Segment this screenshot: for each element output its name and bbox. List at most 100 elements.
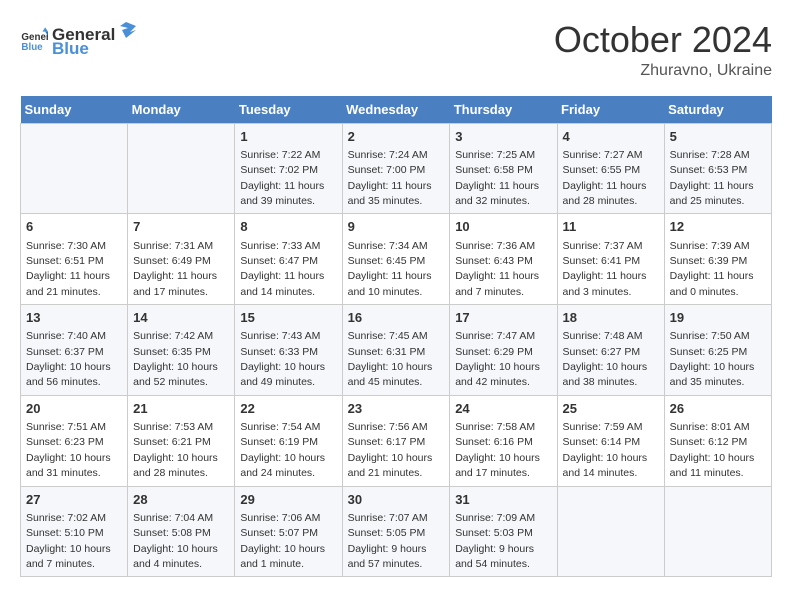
sunset-text: Sunset: 5:03 PM <box>455 527 533 539</box>
sunset-text: Sunset: 6:19 PM <box>240 436 318 448</box>
day-number: 5 <box>670 128 766 146</box>
daylight-text: Daylight: 11 hours and 17 minutes. <box>133 270 217 297</box>
calendar-cell: 15Sunrise: 7:43 AMSunset: 6:33 PMDayligh… <box>235 305 342 396</box>
calendar-cell: 18Sunrise: 7:48 AMSunset: 6:27 PMDayligh… <box>557 305 664 396</box>
sunrise-text: Sunrise: 7:43 AM <box>240 330 320 342</box>
month-title: October 2024 <box>554 20 772 60</box>
daylight-text: Daylight: 11 hours and 21 minutes. <box>26 270 110 297</box>
sunset-text: Sunset: 6:29 PM <box>455 346 533 358</box>
calendar-week-row: 27Sunrise: 7:02 AMSunset: 5:10 PMDayligh… <box>21 486 772 577</box>
sunrise-text: Sunrise: 7:27 AM <box>563 149 643 161</box>
weekday-header-wednesday: Wednesday <box>342 96 450 124</box>
sunset-text: Sunset: 5:05 PM <box>348 527 426 539</box>
sunrise-text: Sunrise: 7:09 AM <box>455 512 535 524</box>
sunset-text: Sunset: 6:21 PM <box>133 436 211 448</box>
calendar-week-row: 6Sunrise: 7:30 AMSunset: 6:51 PMDaylight… <box>21 214 772 305</box>
sunrise-text: Sunrise: 7:42 AM <box>133 330 213 342</box>
sunset-text: Sunset: 7:02 PM <box>240 164 318 176</box>
calendar-cell: 2Sunrise: 7:24 AMSunset: 7:00 PMDaylight… <box>342 123 450 214</box>
sunrise-text: Sunrise: 7:04 AM <box>133 512 213 524</box>
daylight-text: Daylight: 11 hours and 10 minutes. <box>348 270 432 297</box>
sunset-text: Sunset: 6:14 PM <box>563 436 641 448</box>
sunset-text: Sunset: 6:58 PM <box>455 164 533 176</box>
calendar-cell: 22Sunrise: 7:54 AMSunset: 6:19 PMDayligh… <box>235 395 342 486</box>
sunset-text: Sunset: 6:23 PM <box>26 436 104 448</box>
calendar-cell: 17Sunrise: 7:47 AMSunset: 6:29 PMDayligh… <box>450 305 557 396</box>
day-number: 2 <box>348 128 445 146</box>
weekday-header-monday: Monday <box>128 96 235 124</box>
calendar-week-row: 1Sunrise: 7:22 AMSunset: 7:02 PMDaylight… <box>21 123 772 214</box>
calendar-cell: 26Sunrise: 8:01 AMSunset: 6:12 PMDayligh… <box>664 395 771 486</box>
daylight-text: Daylight: 11 hours and 3 minutes. <box>563 270 647 297</box>
day-number: 27 <box>26 491 122 509</box>
sunrise-text: Sunrise: 7:31 AM <box>133 240 213 252</box>
daylight-text: Daylight: 11 hours and 0 minutes. <box>670 270 754 297</box>
sunset-text: Sunset: 6:39 PM <box>670 255 748 267</box>
sunrise-text: Sunrise: 7:54 AM <box>240 421 320 433</box>
sunrise-text: Sunrise: 7:28 AM <box>670 149 750 161</box>
sunrise-text: Sunrise: 7:22 AM <box>240 149 320 161</box>
sunrise-text: Sunrise: 7:34 AM <box>348 240 428 252</box>
sunset-text: Sunset: 5:10 PM <box>26 527 104 539</box>
sunrise-text: Sunrise: 7:25 AM <box>455 149 535 161</box>
day-number: 13 <box>26 309 122 327</box>
daylight-text: Daylight: 11 hours and 25 minutes. <box>670 180 754 207</box>
day-number: 6 <box>26 218 122 236</box>
daylight-text: Daylight: 10 hours and 1 minute. <box>240 543 325 570</box>
svg-text:Blue: Blue <box>21 41 43 52</box>
calendar-cell: 10Sunrise: 7:36 AMSunset: 6:43 PMDayligh… <box>450 214 557 305</box>
daylight-text: Daylight: 10 hours and 49 minutes. <box>240 361 325 388</box>
weekday-header-sunday: Sunday <box>21 96 128 124</box>
daylight-text: Daylight: 11 hours and 14 minutes. <box>240 270 324 297</box>
logo-bird-icon <box>116 20 136 40</box>
day-number: 11 <box>563 218 659 236</box>
calendar-cell: 28Sunrise: 7:04 AMSunset: 5:08 PMDayligh… <box>128 486 235 577</box>
calendar-cell: 25Sunrise: 7:59 AMSunset: 6:14 PMDayligh… <box>557 395 664 486</box>
weekday-header-thursday: Thursday <box>450 96 557 124</box>
calendar-cell: 31Sunrise: 7:09 AMSunset: 5:03 PMDayligh… <box>450 486 557 577</box>
calendar-cell: 16Sunrise: 7:45 AMSunset: 6:31 PMDayligh… <box>342 305 450 396</box>
title-block: October 2024 Zhuravno, Ukraine <box>554 20 772 80</box>
daylight-text: Daylight: 10 hours and 11 minutes. <box>670 452 755 479</box>
calendar-cell: 20Sunrise: 7:51 AMSunset: 6:23 PMDayligh… <box>21 395 128 486</box>
calendar-week-row: 20Sunrise: 7:51 AMSunset: 6:23 PMDayligh… <box>21 395 772 486</box>
day-number: 4 <box>563 128 659 146</box>
calendar-cell <box>21 123 128 214</box>
day-number: 18 <box>563 309 659 327</box>
calendar-cell: 7Sunrise: 7:31 AMSunset: 6:49 PMDaylight… <box>128 214 235 305</box>
page-header: General Blue General Blue October 2024 Z… <box>20 20 772 80</box>
sunset-text: Sunset: 6:49 PM <box>133 255 211 267</box>
sunset-text: Sunset: 6:43 PM <box>455 255 533 267</box>
sunrise-text: Sunrise: 7:56 AM <box>348 421 428 433</box>
day-number: 14 <box>133 309 229 327</box>
calendar-cell: 27Sunrise: 7:02 AMSunset: 5:10 PMDayligh… <box>21 486 128 577</box>
sunset-text: Sunset: 6:31 PM <box>348 346 426 358</box>
sunset-text: Sunset: 6:27 PM <box>563 346 641 358</box>
sunset-text: Sunset: 6:45 PM <box>348 255 426 267</box>
day-number: 22 <box>240 400 336 418</box>
weekday-header-tuesday: Tuesday <box>235 96 342 124</box>
calendar-cell: 19Sunrise: 7:50 AMSunset: 6:25 PMDayligh… <box>664 305 771 396</box>
day-number: 25 <box>563 400 659 418</box>
weekday-header-friday: Friday <box>557 96 664 124</box>
daylight-text: Daylight: 10 hours and 38 minutes. <box>563 361 648 388</box>
daylight-text: Daylight: 10 hours and 28 minutes. <box>133 452 218 479</box>
daylight-text: Daylight: 11 hours and 32 minutes. <box>455 180 539 207</box>
sunrise-text: Sunrise: 7:50 AM <box>670 330 750 342</box>
sunrise-text: Sunrise: 7:53 AM <box>133 421 213 433</box>
sunrise-text: Sunrise: 7:51 AM <box>26 421 106 433</box>
calendar-week-row: 13Sunrise: 7:40 AMSunset: 6:37 PMDayligh… <box>21 305 772 396</box>
sunset-text: Sunset: 6:37 PM <box>26 346 104 358</box>
day-number: 15 <box>240 309 336 327</box>
daylight-text: Daylight: 10 hours and 35 minutes. <box>670 361 755 388</box>
location-title: Zhuravno, Ukraine <box>554 62 772 80</box>
sunrise-text: Sunrise: 7:06 AM <box>240 512 320 524</box>
day-number: 31 <box>455 491 551 509</box>
sunset-text: Sunset: 6:41 PM <box>563 255 641 267</box>
sunset-text: Sunset: 6:53 PM <box>670 164 748 176</box>
calendar-cell: 30Sunrise: 7:07 AMSunset: 5:05 PMDayligh… <box>342 486 450 577</box>
day-number: 8 <box>240 218 336 236</box>
sunrise-text: Sunrise: 7:45 AM <box>348 330 428 342</box>
sunrise-text: Sunrise: 7:24 AM <box>348 149 428 161</box>
day-number: 24 <box>455 400 551 418</box>
